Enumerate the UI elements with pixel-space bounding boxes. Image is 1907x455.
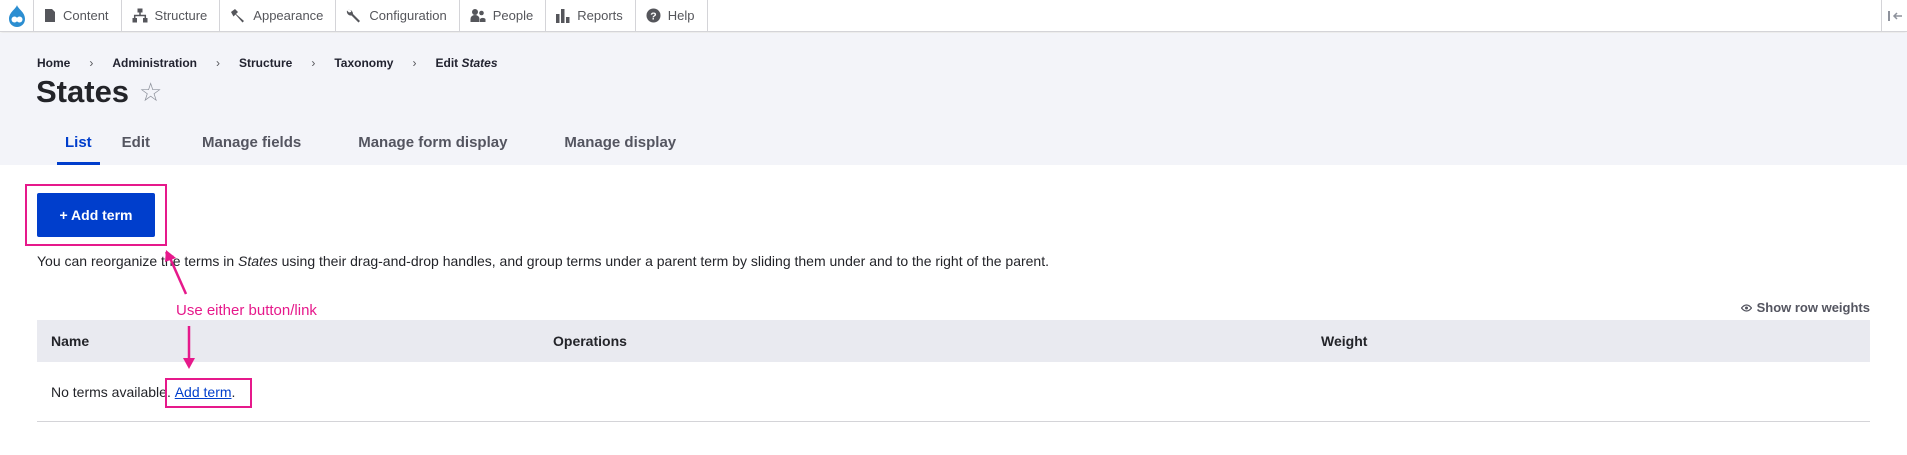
- page-header-region: Home › Administration › Structure › Taxo…: [0, 33, 1907, 165]
- primary-tabs: List Edit Manage fields Manage form disp…: [37, 131, 676, 165]
- toolbar-people-label: People: [492, 8, 534, 23]
- toolbar-appearance-label: Appearance: [253, 8, 324, 23]
- table-header-weight: Weight: [1321, 333, 1368, 349]
- breadcrumb-edit-name: States: [461, 56, 498, 70]
- description-vocabulary: States: [238, 253, 278, 269]
- tab-manage-fields[interactable]: Manage fields: [202, 131, 301, 165]
- toolbar-reports-label: Reports: [577, 8, 623, 23]
- eye-icon: [1740, 303, 1752, 312]
- tab-edit-label: Edit: [121, 134, 151, 151]
- table-header-operations: Operations: [553, 333, 627, 349]
- tab-manage-display[interactable]: Manage display: [564, 131, 676, 165]
- breadcrumb-home[interactable]: Home: [37, 56, 70, 70]
- description-after: using their drag-and-drop handles, and g…: [281, 253, 1049, 269]
- toolbar-appearance[interactable]: Appearance: [220, 0, 337, 31]
- breadcrumb-separator: ›: [311, 56, 316, 70]
- table-row: No terms available. Add term.: [37, 362, 1870, 422]
- tab-list[interactable]: List: [57, 131, 100, 165]
- add-term-link[interactable]: Add term: [175, 384, 232, 400]
- toolbar-structure[interactable]: Structure: [122, 0, 221, 31]
- toolbar-content-label: Content: [63, 8, 109, 23]
- drupal-logo-icon[interactable]: [0, 0, 34, 31]
- tab-manage-form-display[interactable]: Manage form display: [358, 131, 507, 165]
- terms-table: Name Operations Weight No terms availabl…: [37, 320, 1870, 422]
- sitemap-icon: [132, 8, 148, 23]
- annotation-label: Use either button/link: [176, 302, 317, 319]
- table-header-row: Name Operations Weight: [37, 320, 1870, 362]
- admin-toolbar: Content Structure Appearance Configurati…: [0, 0, 1907, 32]
- document-icon: [45, 9, 55, 22]
- svg-text:?: ?: [650, 10, 656, 22]
- toolbar-configuration[interactable]: Configuration: [336, 0, 460, 31]
- table-header-name: Name: [51, 333, 90, 349]
- help-icon: ?: [646, 8, 661, 23]
- add-term-button[interactable]: + Add term: [37, 193, 155, 237]
- breadcrumb-edit-prefix: Edit: [435, 56, 459, 70]
- sidebar-toggle-icon: [1887, 10, 1902, 21]
- bar-chart-icon: [556, 9, 570, 23]
- wrench-icon: [347, 9, 361, 23]
- toolbar-orientation-toggle[interactable]: [1881, 0, 1907, 31]
- tab-manage-form-display-label: Manage form display: [358, 134, 508, 151]
- empty-message: No terms available.: [51, 383, 171, 400]
- toolbar-configuration-label: Configuration: [369, 8, 447, 23]
- toolbar-content[interactable]: Content: [34, 0, 122, 31]
- tab-manage-fields-label: Manage fields: [202, 134, 302, 151]
- description-before: You can reorganize the terms in: [37, 253, 235, 269]
- breadcrumb-taxonomy[interactable]: Taxonomy: [334, 56, 393, 70]
- breadcrumb-edit-states[interactable]: Edit States: [435, 56, 497, 70]
- show-row-weights-label: Show row weights: [1756, 300, 1870, 315]
- breadcrumb-separator: ›: [412, 56, 417, 70]
- breadcrumb-separator: ›: [89, 56, 94, 70]
- toolbar-people[interactable]: People: [460, 0, 547, 31]
- breadcrumb-structure[interactable]: Structure: [239, 56, 292, 70]
- tab-edit[interactable]: Edit: [122, 131, 150, 165]
- page-title: States: [36, 74, 130, 109]
- paintbrush-icon: [231, 9, 245, 23]
- show-row-weights-button[interactable]: Show row weights: [1740, 300, 1870, 315]
- breadcrumb-administration[interactable]: Administration: [112, 56, 197, 70]
- breadcrumb-separator: ›: [216, 56, 221, 70]
- empty-suffix: .: [231, 383, 236, 400]
- breadcrumb: Home › Administration › Structure › Taxo…: [37, 56, 498, 70]
- toolbar-help-label: Help: [667, 8, 695, 23]
- tab-manage-display-label: Manage display: [564, 134, 677, 151]
- description-text: You can reorganize the terms in States u…: [37, 253, 1049, 269]
- people-icon: [470, 9, 486, 22]
- toolbar-help[interactable]: ? Help: [636, 0, 708, 31]
- page-title-wrap: States ☆: [36, 74, 162, 110]
- toolbar-structure-label: Structure: [154, 8, 208, 23]
- tab-list-label: List: [65, 134, 92, 151]
- toolbar-reports[interactable]: Reports: [546, 0, 636, 31]
- star-shortcut-icon[interactable]: ☆: [139, 77, 162, 108]
